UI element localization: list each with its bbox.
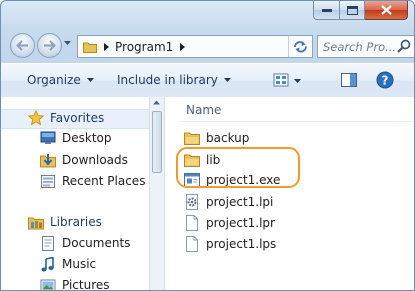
explorer-window: Program1 Search Pro... Organize Include …: [0, 0, 415, 291]
star-icon: [27, 110, 45, 126]
svg-text:?: ?: [382, 74, 389, 88]
nav-recent-places[interactable]: Recent Places: [39, 173, 145, 189]
nav-documents[interactable]: Documents: [39, 235, 130, 251]
desktop-icon: [39, 130, 57, 146]
maximize-icon: [346, 5, 358, 15]
forward-button[interactable]: [37, 33, 62, 58]
breadcrumb-arrow-icon[interactable]: [104, 42, 109, 51]
include-in-library-label: Include in library: [117, 73, 218, 87]
file-name: backup: [206, 131, 250, 145]
file-icon: [184, 215, 200, 231]
highlight-annotation: [176, 147, 300, 188]
folder-icon: [184, 130, 200, 146]
command-bar: Organize Include in library ?: [1, 63, 414, 98]
view-dropdown-icon[interactable]: [294, 79, 301, 83]
arrow-right-icon: [44, 40, 56, 51]
recent-pages-dropdown-icon[interactable]: [64, 41, 71, 46]
nav-libraries[interactable]: Libraries: [27, 214, 102, 230]
chevron-down-icon: [86, 78, 94, 82]
arrow-left-icon: [16, 40, 28, 51]
recent-places-icon: [39, 173, 57, 189]
folder-icon: [83, 42, 97, 53]
navigation-pane: Favorites Desktop Downloads Recent Place…: [1, 97, 149, 290]
nav-favorites[interactable]: Favorites: [27, 110, 104, 126]
nav-downloads-label: Downloads: [62, 153, 128, 167]
search-input[interactable]: Search Pro...: [323, 40, 396, 54]
minimize-icon: [321, 9, 332, 12]
search-box[interactable]: Search Pro...: [317, 35, 414, 58]
nav-music-label: Music: [62, 257, 97, 271]
refresh-icon: [293, 41, 307, 53]
close-icon: [380, 5, 392, 15]
nav-libraries-label: Libraries: [50, 215, 102, 229]
file-list: Name backup lib project1.exe project1.lp…: [164, 97, 414, 290]
scroll-up-icon[interactable]: [153, 100, 160, 105]
file-item[interactable]: project1.lpi: [184, 194, 273, 210]
column-header-divider: [179, 121, 414, 122]
nav-pictures[interactable]: Pictures: [39, 277, 110, 290]
config-file-icon: [184, 194, 200, 210]
downloads-folder-icon: [39, 152, 57, 168]
organize-menu[interactable]: Organize: [27, 73, 94, 87]
address-bar[interactable]: Program1: [77, 35, 313, 58]
libraries-icon: [27, 214, 45, 230]
refresh-button[interactable]: [288, 36, 311, 57]
file-item[interactable]: backup: [184, 130, 249, 146]
nav-pictures-label: Pictures: [62, 278, 110, 290]
chevron-down-icon: [223, 78, 231, 82]
pictures-icon: [39, 277, 57, 290]
caption-buttons: [313, 1, 408, 20]
close-button[interactable]: [365, 1, 408, 20]
nav-desktop[interactable]: Desktop: [39, 130, 112, 146]
file-name: project1.lpi: [206, 195, 274, 209]
breadcrumb-arrow-icon[interactable]: [180, 42, 186, 51]
back-button[interactable]: [10, 33, 35, 58]
explorer-body: Favorites Desktop Downloads Recent Place…: [1, 97, 414, 290]
organize-label: Organize: [27, 73, 81, 87]
help-icon[interactable]: ?: [376, 71, 394, 89]
nav-scrollbar[interactable]: [149, 97, 165, 290]
file-icon: [184, 236, 200, 252]
nav-music[interactable]: Music: [39, 256, 96, 272]
file-name: project1.lps: [206, 237, 277, 251]
nav-downloads[interactable]: Downloads: [39, 152, 128, 168]
file-item[interactable]: project1.lps: [184, 236, 276, 252]
breadcrumb-program1[interactable]: Program1: [115, 40, 173, 54]
file-item[interactable]: project1.lpr: [184, 215, 275, 231]
nav-recent-places-label: Recent Places: [62, 174, 146, 188]
maximize-button[interactable]: [340, 1, 365, 20]
preview-pane-icon[interactable]: [340, 72, 358, 88]
nav-favorites-label: Favorites: [50, 111, 105, 125]
scrollbar-thumb[interactable]: [152, 111, 162, 173]
view-options-icon[interactable]: [272, 72, 290, 88]
search-icon[interactable]: [397, 39, 411, 53]
include-in-library-menu[interactable]: Include in library: [117, 73, 231, 87]
nav-documents-label: Documents: [62, 236, 131, 250]
file-name: project1.lpr: [206, 216, 275, 230]
minimize-button[interactable]: [313, 1, 340, 20]
music-icon: [39, 256, 57, 272]
nav-desktop-label: Desktop: [62, 131, 112, 145]
column-header-name[interactable]: Name: [186, 103, 221, 117]
documents-icon: [39, 235, 57, 251]
